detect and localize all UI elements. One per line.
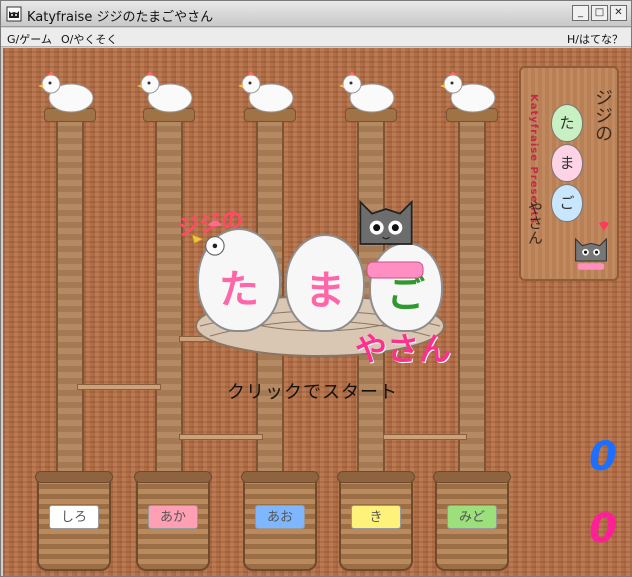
hen-icon [440, 71, 496, 113]
sign-egg-3: ご [551, 184, 583, 222]
jiji-cat-icon [6, 6, 22, 22]
basket-rim [134, 471, 212, 483]
basket-rim [241, 471, 319, 483]
hen-icon [339, 71, 395, 113]
basket-label: みど [447, 505, 497, 529]
rung [77, 384, 161, 390]
strawberry-icon [599, 221, 609, 231]
basket-label: き [351, 505, 401, 529]
basket-rim [433, 471, 511, 483]
sign-egg-1: た [551, 104, 583, 142]
basket-label: あお [255, 505, 305, 529]
click-to-start[interactable]: クリックでスタート [227, 378, 398, 404]
hen-icon [38, 71, 94, 113]
rung [179, 434, 263, 440]
menu-bar: G/ゲーム O/やくそく H/はてな？ [1, 28, 631, 47]
basket-rim [35, 471, 113, 483]
cat-icon [575, 237, 607, 270]
sign-title: ジジの [592, 88, 613, 142]
scarf-icon [366, 261, 424, 279]
hen-icon [238, 71, 294, 113]
basket-label: しろ [49, 505, 99, 529]
window-title: Katyfraise ジジのたまごやさん [27, 10, 214, 25]
basket-white[interactable]: しろ [35, 471, 113, 571]
basket-yellow[interactable]: き [337, 471, 415, 571]
maximize-button[interactable]: □ [591, 5, 608, 21]
menu-help[interactable]: H/はてな？ [567, 31, 623, 47]
title-bar[interactable]: Katyfraise ジジのたまごやさん _ □ ✕ [1, 1, 631, 27]
title-sign: Katyfraise Presents ジジの た ま ご やさん [519, 66, 619, 281]
menu-game[interactable]: G/ゲーム [7, 31, 52, 47]
sign-bottom-text: やさん [526, 200, 544, 245]
basket-label: あか [148, 505, 198, 529]
game-window: Katyfraise ジジのたまごやさん _ □ ✕ G/ゲーム O/やくそく … [0, 0, 632, 577]
logo-yasan-text: やさん [355, 330, 452, 368]
hen-icon [137, 71, 193, 113]
game-board[interactable]: Katyfraise Presents ジジの た ま ご やさん ジジの た … [3, 48, 631, 576]
sign-egg-2: ま [551, 144, 583, 182]
menu-rules[interactable]: O/やくそく [61, 31, 117, 47]
hen-head-icon [191, 220, 225, 256]
basket-rim [337, 471, 415, 483]
basket-green[interactable]: みど [433, 471, 511, 571]
basket-red[interactable]: あか [134, 471, 212, 571]
basket-blue[interactable]: あお [241, 471, 319, 571]
jiji-cat-icon [359, 199, 413, 245]
pole-1 [56, 118, 84, 528]
close-button[interactable]: ✕ [610, 5, 627, 21]
score-pink: 0 [589, 506, 617, 552]
minimize-button[interactable]: _ [572, 5, 589, 21]
rung [383, 434, 467, 440]
score-blue: 0 [589, 434, 617, 480]
